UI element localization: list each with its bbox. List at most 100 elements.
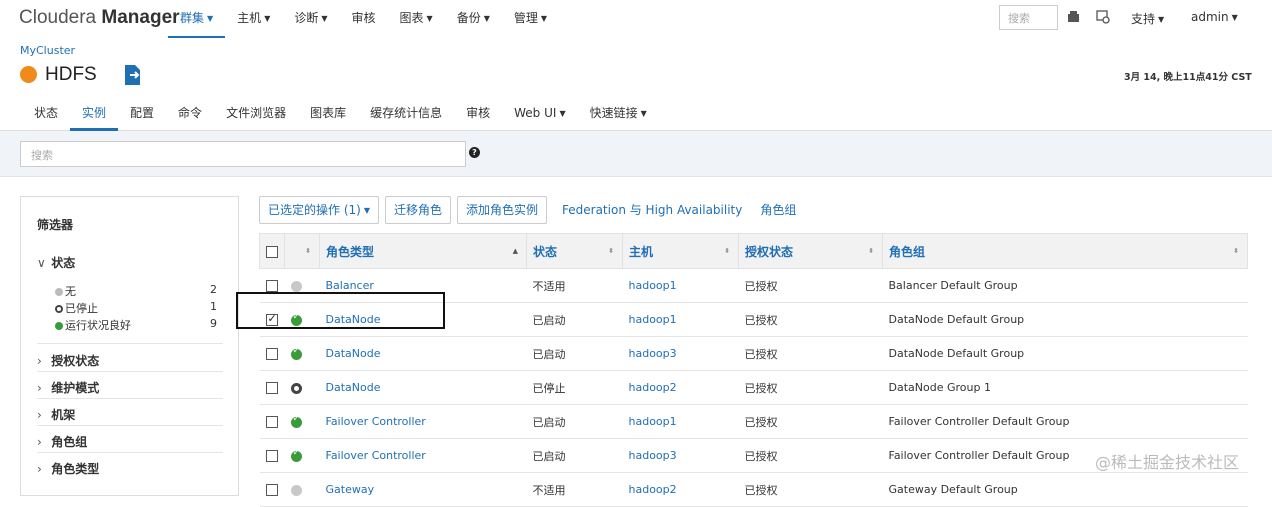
column-state[interactable]: 状态 ⬍ — [526, 233, 623, 269]
row-checkbox[interactable] — [265, 416, 278, 428]
app-logo[interactable]: Cloudera Manager — [19, 7, 180, 29]
health-none-icon — [290, 484, 302, 496]
filter-section-status[interactable]: ∨ 状态 — [37, 254, 75, 271]
chevron-right-icon: › — [37, 381, 42, 395]
row-checkbox[interactable] — [265, 484, 278, 496]
role-type-link[interactable]: Failover Controller — [319, 404, 527, 439]
state-cell: 已启动 — [526, 336, 623, 371]
row-select-cell[interactable] — [259, 472, 285, 507]
filter-section-authorization[interactable]: › 授权状态 — [37, 352, 99, 369]
brand-light: Cloudera — [19, 7, 97, 28]
select-all-checkbox[interactable] — [266, 245, 278, 258]
tab-configuration[interactable]: 配置 — [118, 97, 166, 131]
row-checkbox[interactable] — [265, 450, 278, 462]
selected-actions-button[interactable]: 已选定的操作 (1) ▼ — [259, 196, 379, 224]
row-select-cell[interactable] — [259, 370, 285, 405]
instance-search-input[interactable]: 搜索 — [20, 141, 466, 167]
menu-clusters[interactable]: 群集 ▼ — [168, 0, 226, 38]
annotation-highlight-box — [236, 292, 445, 329]
role-group-cell: Failover Controller Default Group — [882, 404, 1248, 439]
host-link[interactable]: hadoop3 — [622, 336, 739, 371]
tab-commands[interactable]: 命令 — [166, 97, 214, 131]
support-menu[interactable]: 支持 ▼ — [1131, 10, 1164, 27]
parcel-icon[interactable] — [1067, 10, 1081, 24]
role-type-link[interactable]: DataNode — [319, 370, 527, 405]
table-header-row: ⬍ 角色类型 ▲ 状态 ⬍ 主机 ⬍ 授权状态 ⬍ 角色组 ⬍ — [259, 233, 1248, 269]
tab-instances[interactable]: 实例 — [70, 97, 119, 131]
host-link[interactable]: hadoop1 — [622, 302, 739, 337]
role-type-link[interactable]: Gateway — [319, 472, 527, 507]
tab-quick-links[interactable]: 快速链接 ▼ — [578, 97, 659, 131]
filter-section-rack[interactable]: › 机架 — [37, 406, 75, 423]
host-link[interactable]: hadoop2 — [622, 370, 739, 405]
watermark: @稀土掘金技术社区 — [1095, 453, 1240, 472]
row-select-cell[interactable] — [259, 438, 285, 473]
role-group-cell: DataNode Default Group — [882, 336, 1248, 371]
tab-cache-statistics[interactable]: 缓存统计信息 — [358, 97, 454, 131]
filter-status-good[interactable]: 运行状况良好 9 — [55, 317, 217, 333]
user-menu[interactable]: admin ▼ — [1191, 10, 1238, 24]
menu-audits[interactable]: 审核 — [340, 0, 388, 38]
row-select-cell[interactable] — [259, 336, 285, 371]
row-select-cell[interactable] — [259, 404, 285, 439]
service-actions-icon[interactable] — [123, 64, 143, 86]
filter-section-maintenance[interactable]: › 维护模式 — [37, 379, 99, 396]
row-health-cell — [284, 472, 320, 507]
host-link[interactable]: hadoop2 — [622, 472, 739, 507]
column-role-type[interactable]: 角色类型 ▲ — [319, 233, 527, 269]
role-type-link[interactable]: Failover Controller — [319, 438, 527, 473]
select-all-header[interactable] — [259, 233, 285, 269]
row-checkbox[interactable] — [265, 280, 278, 292]
column-role-group[interactable]: 角色组 ⬍ — [882, 233, 1248, 269]
main-menu: 群集 ▼ 主机 ▼ 诊断 ▼ 审核 图表 ▼ 备份 ▼ 管理 ▼ — [168, 0, 559, 38]
state-cell: 已启动 — [526, 404, 623, 439]
table-row[interactable]: Gateway 不适用 hadoop2 已授权 Gateway Default Grou… — [259, 472, 1248, 507]
tasks-icon[interactable] — [1096, 10, 1110, 24]
federation-ha-link[interactable]: Federation 与 High Availability — [553, 196, 751, 224]
filter-title: 筛选器 — [37, 218, 74, 232]
chevron-right-icon: › — [37, 354, 42, 368]
breadcrumb[interactable]: MyCluster — [20, 44, 75, 57]
authorization-cell: 已授权 — [738, 268, 883, 303]
menu-hosts[interactable]: 主机 ▼ — [225, 0, 282, 38]
chevron-down-icon: ∨ — [37, 256, 46, 270]
menu-admin[interactable]: 管理 ▼ — [502, 0, 559, 38]
status-none-icon — [55, 288, 63, 296]
menu-charts[interactable]: 图表 ▼ — [388, 0, 445, 38]
role-group-cell: Gateway Default Group — [882, 472, 1248, 507]
tab-file-browser[interactable]: 文件浏览器 — [214, 97, 298, 131]
health-header[interactable]: ⬍ — [284, 233, 320, 269]
row-checkbox[interactable] — [265, 348, 278, 360]
global-search-input[interactable]: 搜索 — [999, 5, 1058, 30]
tab-chart-library[interactable]: 图表库 — [298, 97, 358, 131]
filter-section-role-type[interactable]: › 角色类型 — [37, 460, 99, 477]
column-authorization[interactable]: 授权状态 ⬍ — [738, 233, 883, 269]
tab-status[interactable]: 状态 — [22, 97, 70, 131]
table-row[interactable]: DataNode 已停止 hadoop2 已授权 DataNode Group 1 — [259, 370, 1248, 405]
migrate-roles-button[interactable]: 迁移角色 — [384, 196, 451, 224]
search-bar: 搜索 ? — [0, 131, 1272, 177]
status-good-icon — [55, 322, 63, 330]
table-row[interactable]: Failover Controller已启动hadoop1已授权Failover… — [259, 404, 1248, 439]
filter-section-role-group[interactable]: › 角色组 — [37, 433, 87, 450]
add-role-instance-button[interactable]: 添加角色实例 — [457, 196, 548, 224]
row-checkbox[interactable] — [265, 382, 278, 394]
row-health-cell — [284, 438, 320, 473]
filter-status-stopped[interactable]: 已停止 1 — [55, 300, 217, 316]
tab-audits[interactable]: 审核 — [454, 97, 502, 131]
filter-status-none[interactable]: 无 2 — [55, 283, 217, 299]
host-link[interactable]: hadoop1 — [622, 268, 739, 303]
table-row[interactable]: DataNode已启动hadoop3已授权DataNode Default Gr… — [259, 336, 1248, 371]
host-link[interactable]: hadoop1 — [622, 404, 739, 439]
tab-web-ui[interactable]: Web UI ▼ — [502, 97, 577, 131]
help-icon[interactable]: ? — [469, 147, 480, 158]
column-host[interactable]: 主机 ⬍ — [622, 233, 739, 269]
row-health-cell — [284, 370, 320, 405]
chevron-right-icon: › — [37, 435, 42, 449]
menu-backup[interactable]: 备份 ▼ — [445, 0, 502, 38]
menu-diagnostics[interactable]: 诊断 ▼ — [282, 0, 339, 38]
authorization-cell: 已授权 — [738, 336, 883, 371]
role-groups-link[interactable]: 角色组 — [751, 196, 805, 224]
host-link[interactable]: hadoop3 — [622, 438, 739, 473]
role-type-link[interactable]: DataNode — [319, 336, 527, 371]
